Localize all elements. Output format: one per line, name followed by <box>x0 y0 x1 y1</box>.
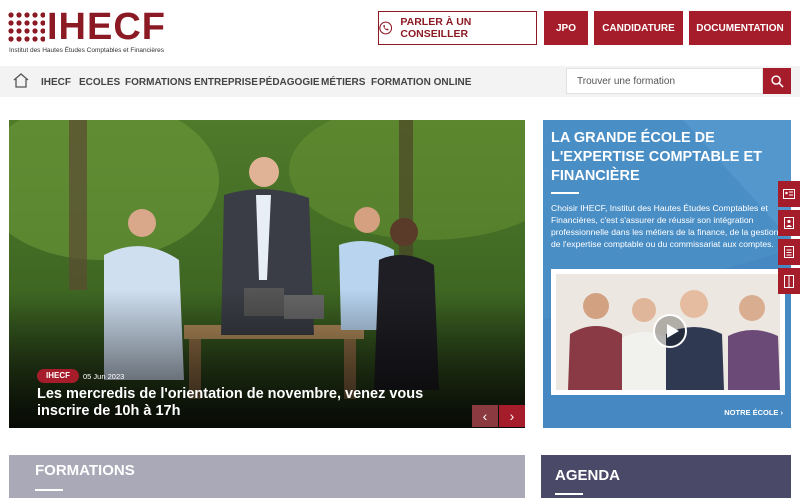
side-tab-contact[interactable] <box>778 181 800 207</box>
logo[interactable]: IHECF Institut des Hautes Études Comptab… <box>7 6 167 57</box>
search-input[interactable]: Trouver une formation <box>566 68 763 94</box>
logo-text: IHECF <box>47 6 166 48</box>
header: IHECF Institut des Hautes Études Comptab… <box>0 0 800 66</box>
logo-subtitle: Institut des Hautes Études Comptables et… <box>9 47 164 54</box>
chevron-left-icon: ‹ <box>482 408 488 424</box>
agenda-divider <box>555 493 583 495</box>
advisor-button-label: PARLER À UN CONSEILLER <box>400 16 472 40</box>
play-icon[interactable] <box>653 314 687 348</box>
nav-item-ihecf[interactable]: IHECF <box>41 77 71 88</box>
phone-icon <box>379 21 393 35</box>
logo-dots-icon <box>8 12 45 42</box>
id-card-icon <box>783 189 795 199</box>
hero-date: 05 Jun 2023 <box>83 372 125 381</box>
document-icon <box>784 246 794 258</box>
nav-item-formation-online[interactable]: FORMATION ONLINE <box>371 77 471 88</box>
agenda-section: AGENDA <box>541 455 791 498</box>
promo-text: Choisir IHECF, Institut des Hautes Étude… <box>551 203 781 249</box>
chevron-right-icon: › <box>509 408 515 424</box>
notre-ecole-link[interactable]: NOTRE ÉCOLE › <box>724 408 783 417</box>
nav-item-pedagogie[interactable]: PÉDAGOGIE <box>259 77 320 88</box>
nav-item-formations[interactable]: FORMATIONS <box>125 77 191 88</box>
hero-title[interactable]: Les mercredis de l'orientation de novemb… <box>37 386 457 420</box>
promo-panel: LA GRANDE ÉCOLE DE L'EXPERTISE COMPTABLE… <box>543 120 791 428</box>
formations-heading: FORMATIONS <box>35 462 135 479</box>
candidature-button[interactable]: CANDIDATURE <box>594 11 683 45</box>
formations-divider <box>35 489 63 491</box>
hero-badge[interactable]: IHECF <box>37 369 79 383</box>
promo-title: LA GRANDE ÉCOLE DE L'EXPERTISE COMPTABLE… <box>551 130 763 184</box>
nav-item-metiers[interactable]: MÉTIERS <box>321 77 365 88</box>
side-tabs <box>778 181 800 297</box>
promo-video[interactable] <box>551 269 785 395</box>
side-tab-door[interactable] <box>778 268 800 294</box>
agenda-heading: AGENDA <box>555 467 621 484</box>
hero-slider[interactable]: IHECF 05 Jun 2023 Les mercredis de l'ori… <box>9 120 525 428</box>
nav-item-entreprise[interactable]: ENTREPRISE <box>194 77 258 88</box>
promo-divider <box>551 192 579 194</box>
slider-prev-button[interactable]: ‹ <box>472 405 498 427</box>
door-icon <box>784 274 794 288</box>
side-tab-document[interactable] <box>778 239 800 265</box>
nav-item-ecoles[interactable]: ECOLES <box>79 77 120 88</box>
documentation-button[interactable]: DOCUMENTATION <box>689 11 791 45</box>
formations-section: FORMATIONS <box>9 455 525 498</box>
search-button[interactable] <box>763 68 791 94</box>
hero-photo <box>9 120 525 428</box>
advisor-button[interactable]: PARLER À UN CONSEILLER <box>378 11 537 45</box>
user-document-icon <box>784 217 794 229</box>
home-icon[interactable] <box>12 72 30 89</box>
search-icon <box>770 74 784 88</box>
side-tab-profile[interactable] <box>778 210 800 236</box>
slider-next-button[interactable]: › <box>499 405 525 427</box>
video-thumbnail <box>556 274 780 390</box>
jpo-button[interactable]: JPO <box>544 11 588 45</box>
